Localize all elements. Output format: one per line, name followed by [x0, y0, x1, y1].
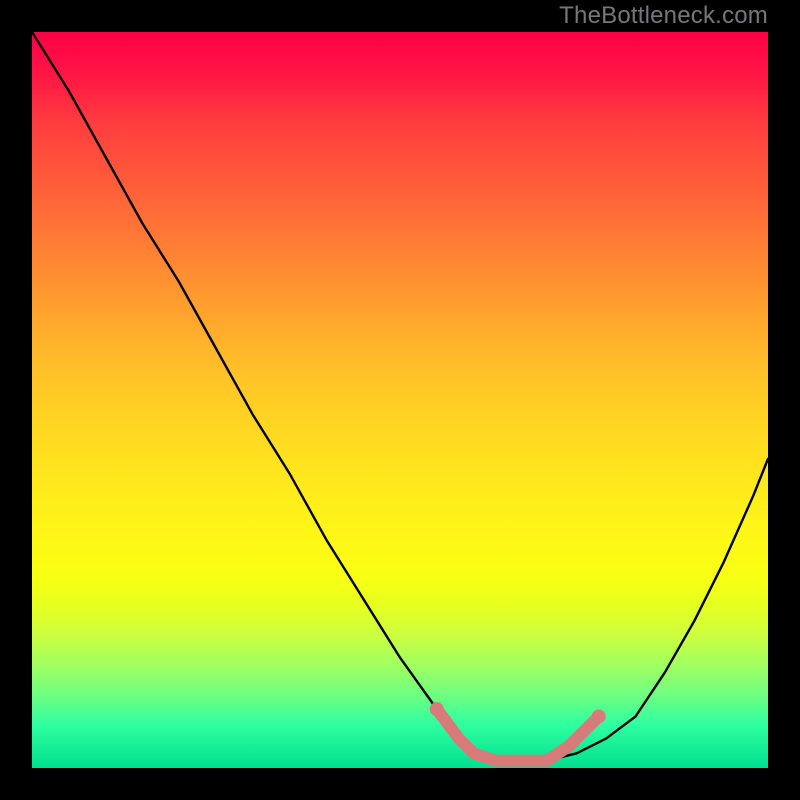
plot-area — [32, 32, 768, 768]
watermark-text: TheBottleneck.com — [559, 2, 768, 30]
chart-stage: { "watermark": { "text": "TheBottleneck.… — [0, 0, 800, 800]
